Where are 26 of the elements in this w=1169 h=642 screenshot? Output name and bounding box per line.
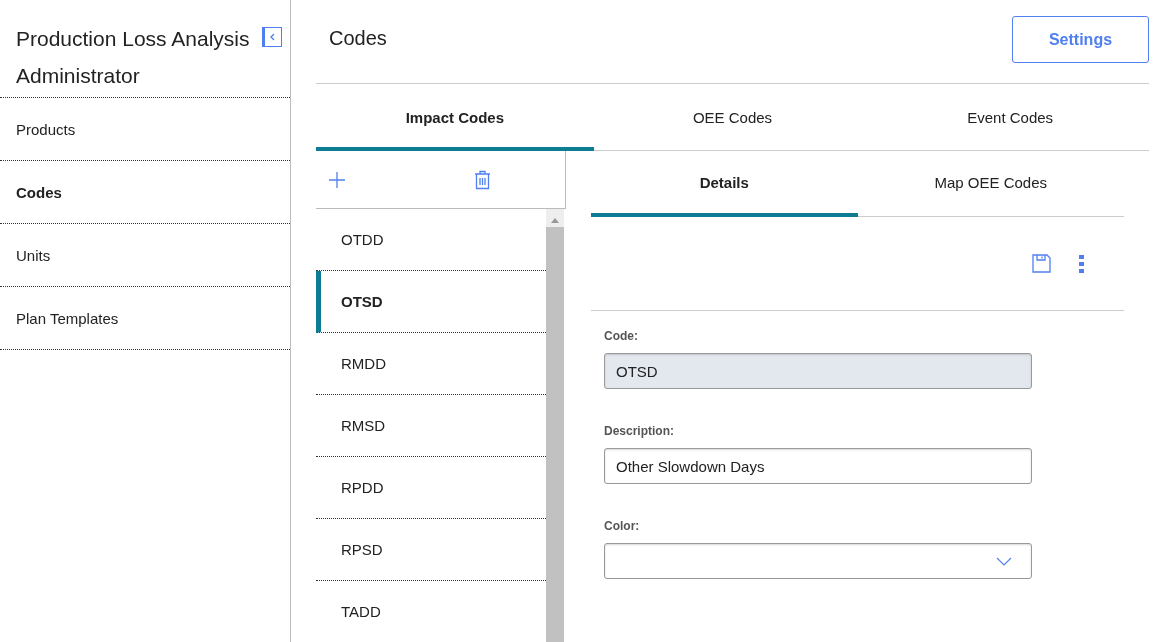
- sidebar-item[interactable]: Products: [0, 98, 290, 161]
- collapse-icon[interactable]: [262, 27, 282, 47]
- field-label: Code:: [604, 329, 639, 343]
- tab[interactable]: Details: [591, 151, 858, 217]
- dropdown-field[interactable]: [604, 543, 1032, 579]
- sidebar-item[interactable]: Units: [0, 224, 290, 287]
- scroll-up-icon[interactable]: [550, 217, 560, 223]
- code-field[interactable]: OTSD: [604, 353, 1032, 389]
- page-title: Codes: [329, 27, 387, 50]
- chevron-down-icon: [996, 556, 1012, 566]
- tab[interactable]: Event Codes: [871, 84, 1149, 151]
- app-title: Production Loss Analysis Administrator: [16, 26, 251, 89]
- trash-icon[interactable]: [474, 169, 491, 190]
- tab[interactable]: Impact Codes: [316, 84, 594, 151]
- field-label: Color:: [604, 519, 641, 533]
- sidebar-item[interactable]: Plan Templates: [0, 287, 290, 350]
- scrollbar[interactable]: [546, 209, 564, 642]
- save-icon[interactable]: [1032, 254, 1051, 273]
- field-label: Description:: [604, 424, 675, 438]
- tab[interactable]: Map OEE Codes: [857, 151, 1124, 217]
- sidebar-item[interactable]: Codes: [0, 161, 290, 224]
- input-field[interactable]: Other Slowdown Days: [604, 448, 1032, 484]
- settings-button[interactable]: Settings: [1012, 16, 1149, 63]
- more-icon[interactable]: [1079, 254, 1084, 273]
- add-icon[interactable]: [328, 170, 346, 189]
- tab[interactable]: OEE Codes: [593, 84, 872, 151]
